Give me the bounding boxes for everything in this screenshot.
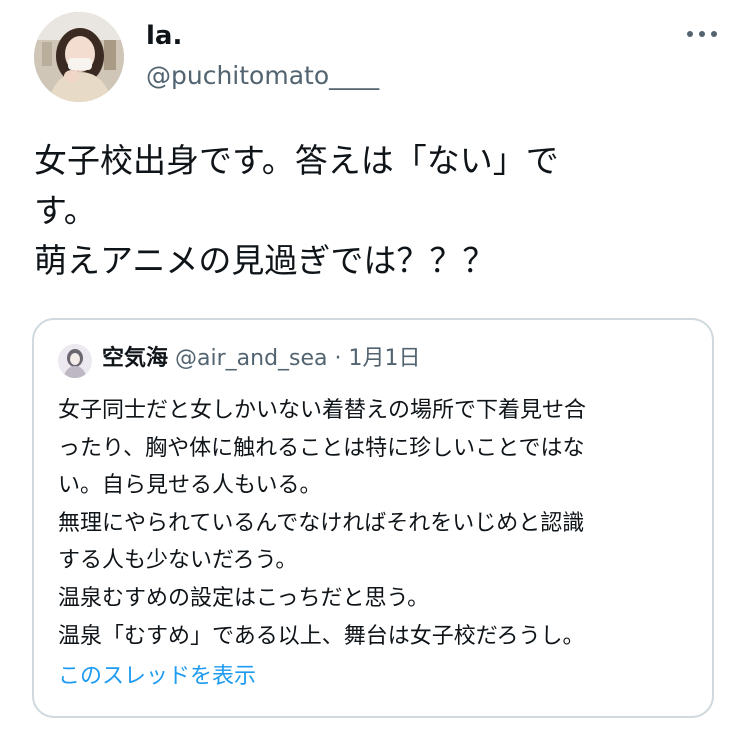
- quoted-text-line: 女子同士だと女しかいない着替えの場所で下着見せ合: [58, 398, 587, 423]
- quoted-avatar: [58, 344, 92, 378]
- show-thread-link[interactable]: このスレッドを表示: [58, 660, 256, 694]
- quoted-text-line: 温泉「むすめ」である以上、舞台は女子校だろうし。: [58, 623, 585, 649]
- quoted-tweet-card[interactable]: 空気海 @air_and_sea · 1月1日 女子同士だと女しかいない着替えの…: [32, 318, 714, 718]
- quoted-display-name: 空気海: [102, 346, 169, 371]
- tweet-text-line: 萌えアニメの見過ぎでは？？？: [34, 241, 496, 280]
- quoted-text-line: する人も少ないだろう。: [58, 548, 298, 574]
- handle[interactable]: @puchitomato____: [146, 60, 379, 92]
- quoted-text-line: 温泉むすめの設定はこっちだと思う。: [58, 585, 430, 611]
- separator-dot: ·: [334, 346, 342, 371]
- tweet-text-line: 女子校出身です。答えは「ない」で: [34, 141, 559, 180]
- tweet-text: 女子校出身です。答えは「ない」で す。 萌えアニメの見過ぎでは？？？: [34, 136, 714, 286]
- quoted-handle: @air_and_sea: [175, 346, 328, 371]
- quoted-date: 1月1日: [348, 346, 421, 371]
- avatar-photo: [34, 12, 124, 102]
- quoted-tweet-text: 女子同士だと女しかいない着替えの場所で下着見せ合 ったり、胸や体に触れることは特…: [58, 392, 698, 655]
- tweet-text-line: す。: [34, 191, 97, 230]
- quoted-tweet-header: 空気海 @air_and_sea · 1月1日: [102, 340, 421, 378]
- quoted-text-line: 無理にやられているんでなければそれをいじめと認識: [58, 510, 585, 536]
- quoted-text-line: い。自ら見せる人もいる。: [58, 473, 322, 499]
- quoted-text-line: ったり、胸や体に触れることは特に珍しいことではな: [58, 435, 585, 461]
- avatar[interactable]: [34, 12, 124, 102]
- more-horizontal-icon[interactable]: [684, 22, 720, 46]
- display-name[interactable]: la.: [146, 20, 182, 52]
